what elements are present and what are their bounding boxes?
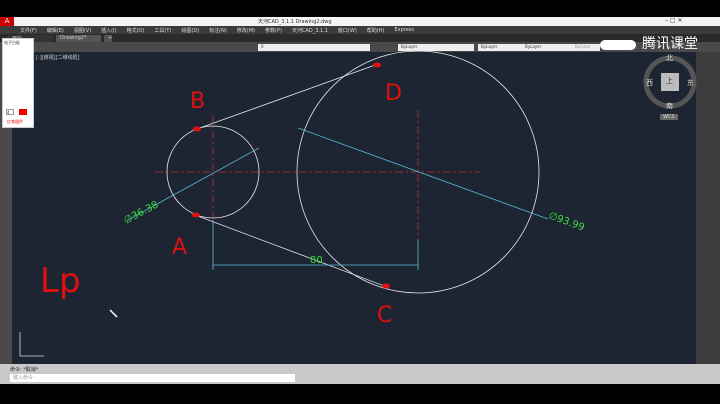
whiteboard-footer: 红笔粗件 [7, 119, 23, 124]
whiteboard-panel: 电子白板 4 红笔粗件 [2, 38, 34, 128]
label-c: C [377, 303, 392, 328]
big-diameter-leader [297, 127, 549, 220]
command-history: 命令: *取消* [10, 367, 39, 373]
classroom-widget[interactable] [600, 40, 636, 50]
brand-text: 腾讯课堂 [642, 36, 698, 52]
viewcube-top[interactable]: 上 [666, 76, 673, 86]
mouse-cursor [109, 309, 118, 318]
big-diameter-text: ∅93.99 [547, 210, 586, 233]
command-input[interactable]: 键入命令 [10, 374, 295, 382]
viewcube-north[interactable]: 北 [666, 53, 673, 63]
ucs-icon [19, 332, 44, 357]
linear-dimension-text: 80 [310, 255, 323, 266]
drawing-svg: ∅36.38 ∅93.99 80 B D A C Lp [19, 50, 697, 357]
label-d: D [385, 81, 402, 106]
whiteboard-title: 电子白板 [4, 40, 20, 45]
point-d-mark [373, 62, 381, 68]
label-lp: Lp [40, 261, 81, 301]
label-b: B [190, 89, 205, 114]
point-b-mark [193, 126, 201, 132]
upper-tangent-line [196, 63, 379, 130]
pen-size-select[interactable]: 4 [6, 109, 14, 115]
point-c-mark [382, 283, 390, 289]
point-a-mark [192, 212, 200, 218]
viewcube-west[interactable]: 西 [646, 78, 653, 88]
small-circle [166, 125, 260, 219]
wcs-button[interactable]: WCS [660, 114, 678, 120]
tencent-classroom-watermark: 腾讯课堂 [600, 32, 710, 54]
lower-tangent-line [194, 214, 388, 288]
label-a: A [172, 235, 187, 260]
viewcube-east[interactable]: 东 [687, 78, 694, 88]
pen-color-select[interactable] [19, 109, 27, 115]
small-diameter-text: ∅36.38 [122, 199, 160, 226]
viewcube-south[interactable]: 南 [666, 101, 673, 111]
